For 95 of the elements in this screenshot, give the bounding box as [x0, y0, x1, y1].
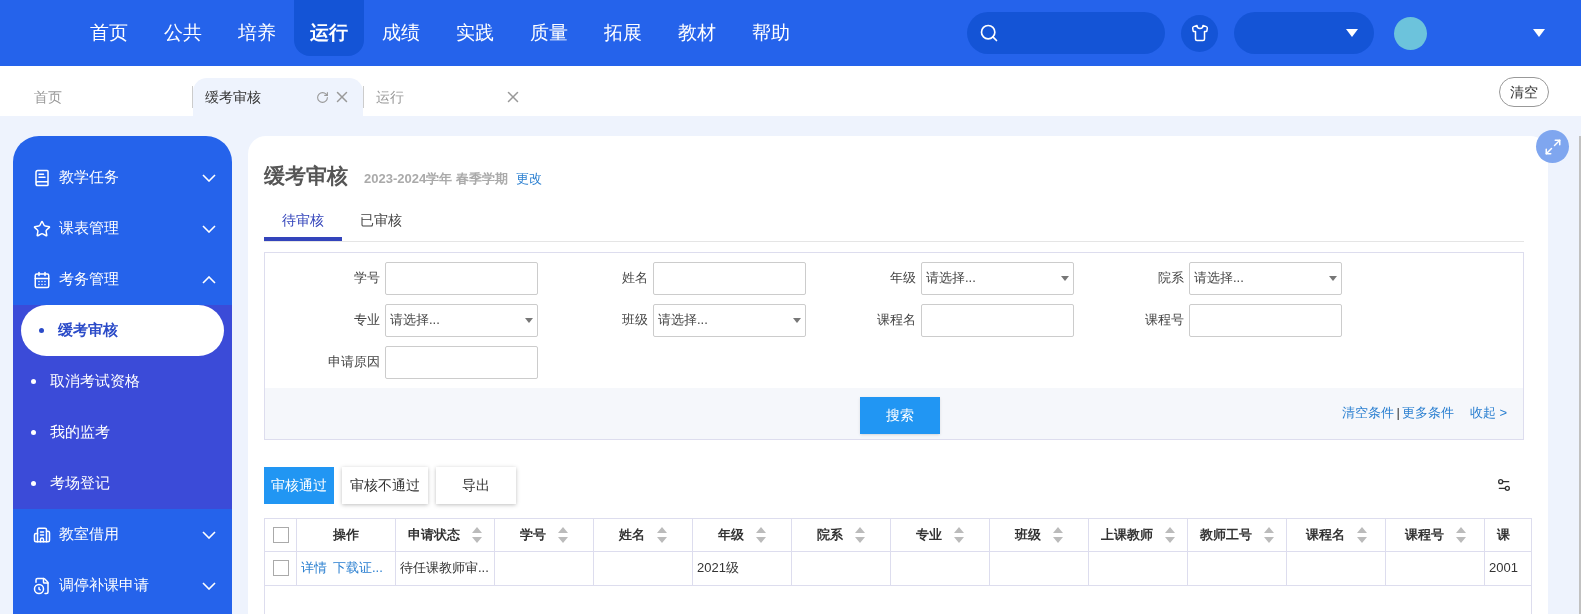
calendar-icon [33, 270, 51, 289]
filter-label: 班级 [621, 311, 649, 330]
column-header[interactable]: 院系 [792, 518, 891, 551]
theme-button[interactable] [1181, 14, 1218, 52]
chevron-down-icon [202, 173, 216, 182]
column-header[interactable]: 课程号 [1386, 518, 1485, 551]
text-field[interactable] [385, 261, 538, 295]
table-cell-text: 2021级 [697, 559, 739, 578]
text-field[interactable] [385, 345, 538, 379]
collapse-link[interactable]: 收起 > [1469, 403, 1507, 423]
filter-label: 申请原因 [327, 353, 381, 372]
page-title: 缓考审核 [264, 163, 348, 189]
sidebar-item[interactable]: 教室借用 [13, 509, 232, 560]
row-link[interactable]: 下载证... [333, 558, 383, 578]
clear-button[interactable]: 清空 [1499, 77, 1549, 107]
column-header[interactable]: 课程名 [1287, 518, 1386, 551]
nav-tab[interactable]: 首页 [72, 0, 146, 66]
search-field[interactable] [967, 12, 1165, 54]
sidebar-subitem[interactable]: 我的监考 [13, 407, 232, 458]
row-link[interactable]: 详情 [301, 558, 327, 578]
caret-icon [525, 317, 533, 323]
column-header[interactable]: 操作 [297, 518, 396, 551]
shirt-icon [1190, 24, 1209, 42]
term-label: 2023-2024学年 春季学期 [364, 170, 508, 188]
select-field[interactable]: 请选择... [653, 303, 806, 337]
sidebar-item[interactable]: 教学任务 [13, 152, 232, 203]
chevron-down-icon [202, 224, 216, 233]
filter-label: 院系 [1157, 269, 1185, 288]
nav-tab[interactable]: 运行 [294, 0, 364, 56]
sidebar-item[interactable]: 课表管理 [13, 203, 232, 254]
caret-icon [793, 317, 801, 323]
table-cell-text: 2001 [1489, 559, 1518, 578]
caret-icon [1329, 275, 1337, 281]
caret-icon [1346, 29, 1358, 37]
action-button[interactable]: 审核不通过 [342, 466, 428, 504]
nav-tab[interactable]: 教材 [660, 0, 734, 66]
nav-tab[interactable]: 拓展 [586, 0, 660, 66]
text-field[interactable] [653, 261, 806, 295]
document-icon [33, 576, 51, 595]
settings-icon[interactable] [1496, 477, 1512, 493]
filter-label: 姓名 [621, 269, 649, 288]
sidebar-subitem[interactable]: 考场登记 [13, 458, 232, 509]
checkbox[interactable] [272, 526, 289, 543]
column-header[interactable]: 申请状态 [396, 518, 495, 551]
fullscreen-button[interactable] [1536, 130, 1569, 163]
column-header[interactable]: 上课教师 [1089, 518, 1188, 551]
column-header[interactable]: 教师工号 [1188, 518, 1287, 551]
action-button[interactable]: 导出 [436, 466, 516, 504]
filter-link[interactable]: 清空条件 [1342, 403, 1395, 423]
caret-icon [1061, 275, 1069, 281]
select-field[interactable]: 请选择... [921, 261, 1074, 295]
change-link[interactable]: 更改 [515, 169, 542, 189]
checkbox[interactable] [272, 560, 289, 576]
nav-tab[interactable]: 实践 [438, 0, 512, 66]
sidebar-subitem[interactable]: 取消考试资格 [13, 356, 232, 407]
separator: | [1396, 404, 1400, 423]
star-icon [33, 219, 51, 238]
filter-label: 课程名 [876, 311, 917, 330]
sidebar-item[interactable]: 考务管理 [13, 254, 232, 305]
nav-tab[interactable]: 质量 [512, 0, 586, 66]
select-field[interactable]: 请选择... [1189, 261, 1342, 295]
select-field[interactable]: 请选择... [385, 303, 538, 337]
nav-tab[interactable]: 公共 [146, 0, 220, 66]
filter-label: 年级 [889, 269, 917, 288]
nav-tab[interactable]: 培养 [220, 0, 294, 66]
status-tab[interactable]: 待审核 [264, 203, 342, 241]
avatar[interactable] [1394, 16, 1427, 50]
filter-label: 课程号 [1144, 311, 1185, 330]
page-tab[interactable]: 缓考审核 [193, 78, 363, 116]
filter-label: 专业 [353, 311, 381, 330]
column-header[interactable]: 年级 [693, 518, 792, 551]
expand-icon [1543, 137, 1562, 156]
table-cell-text: 待任课教师审... [400, 559, 489, 578]
chevron-up-icon [202, 275, 216, 284]
sidebar-subitem[interactable]: 缓考审核 [21, 305, 224, 356]
sidebar-item[interactable]: 调停补课申请 [13, 560, 232, 611]
text-field[interactable] [921, 303, 1074, 337]
dropdown-select[interactable] [1234, 12, 1374, 54]
caret-icon[interactable] [1533, 29, 1545, 37]
chevron-down-icon [202, 530, 216, 539]
filter-link[interactable]: 更多条件 [1401, 403, 1454, 423]
search-icon [979, 23, 999, 43]
building-icon [33, 525, 51, 544]
column-header[interactable]: 姓名 [594, 518, 693, 551]
book-icon [33, 168, 51, 187]
nav-tab[interactable]: 成绩 [364, 0, 438, 66]
column-header[interactable]: 专业 [891, 518, 990, 551]
nav-tab[interactable]: 帮助 [734, 0, 808, 66]
refresh-icon[interactable] [316, 90, 329, 104]
filter-label: 学号 [353, 269, 381, 288]
column-header[interactable]: 学号 [495, 518, 594, 551]
text-field[interactable] [1189, 303, 1342, 337]
chevron-down-icon [202, 581, 216, 590]
column-header[interactable]: 班级 [990, 518, 1089, 551]
status-tab[interactable]: 已审核 [342, 203, 420, 241]
